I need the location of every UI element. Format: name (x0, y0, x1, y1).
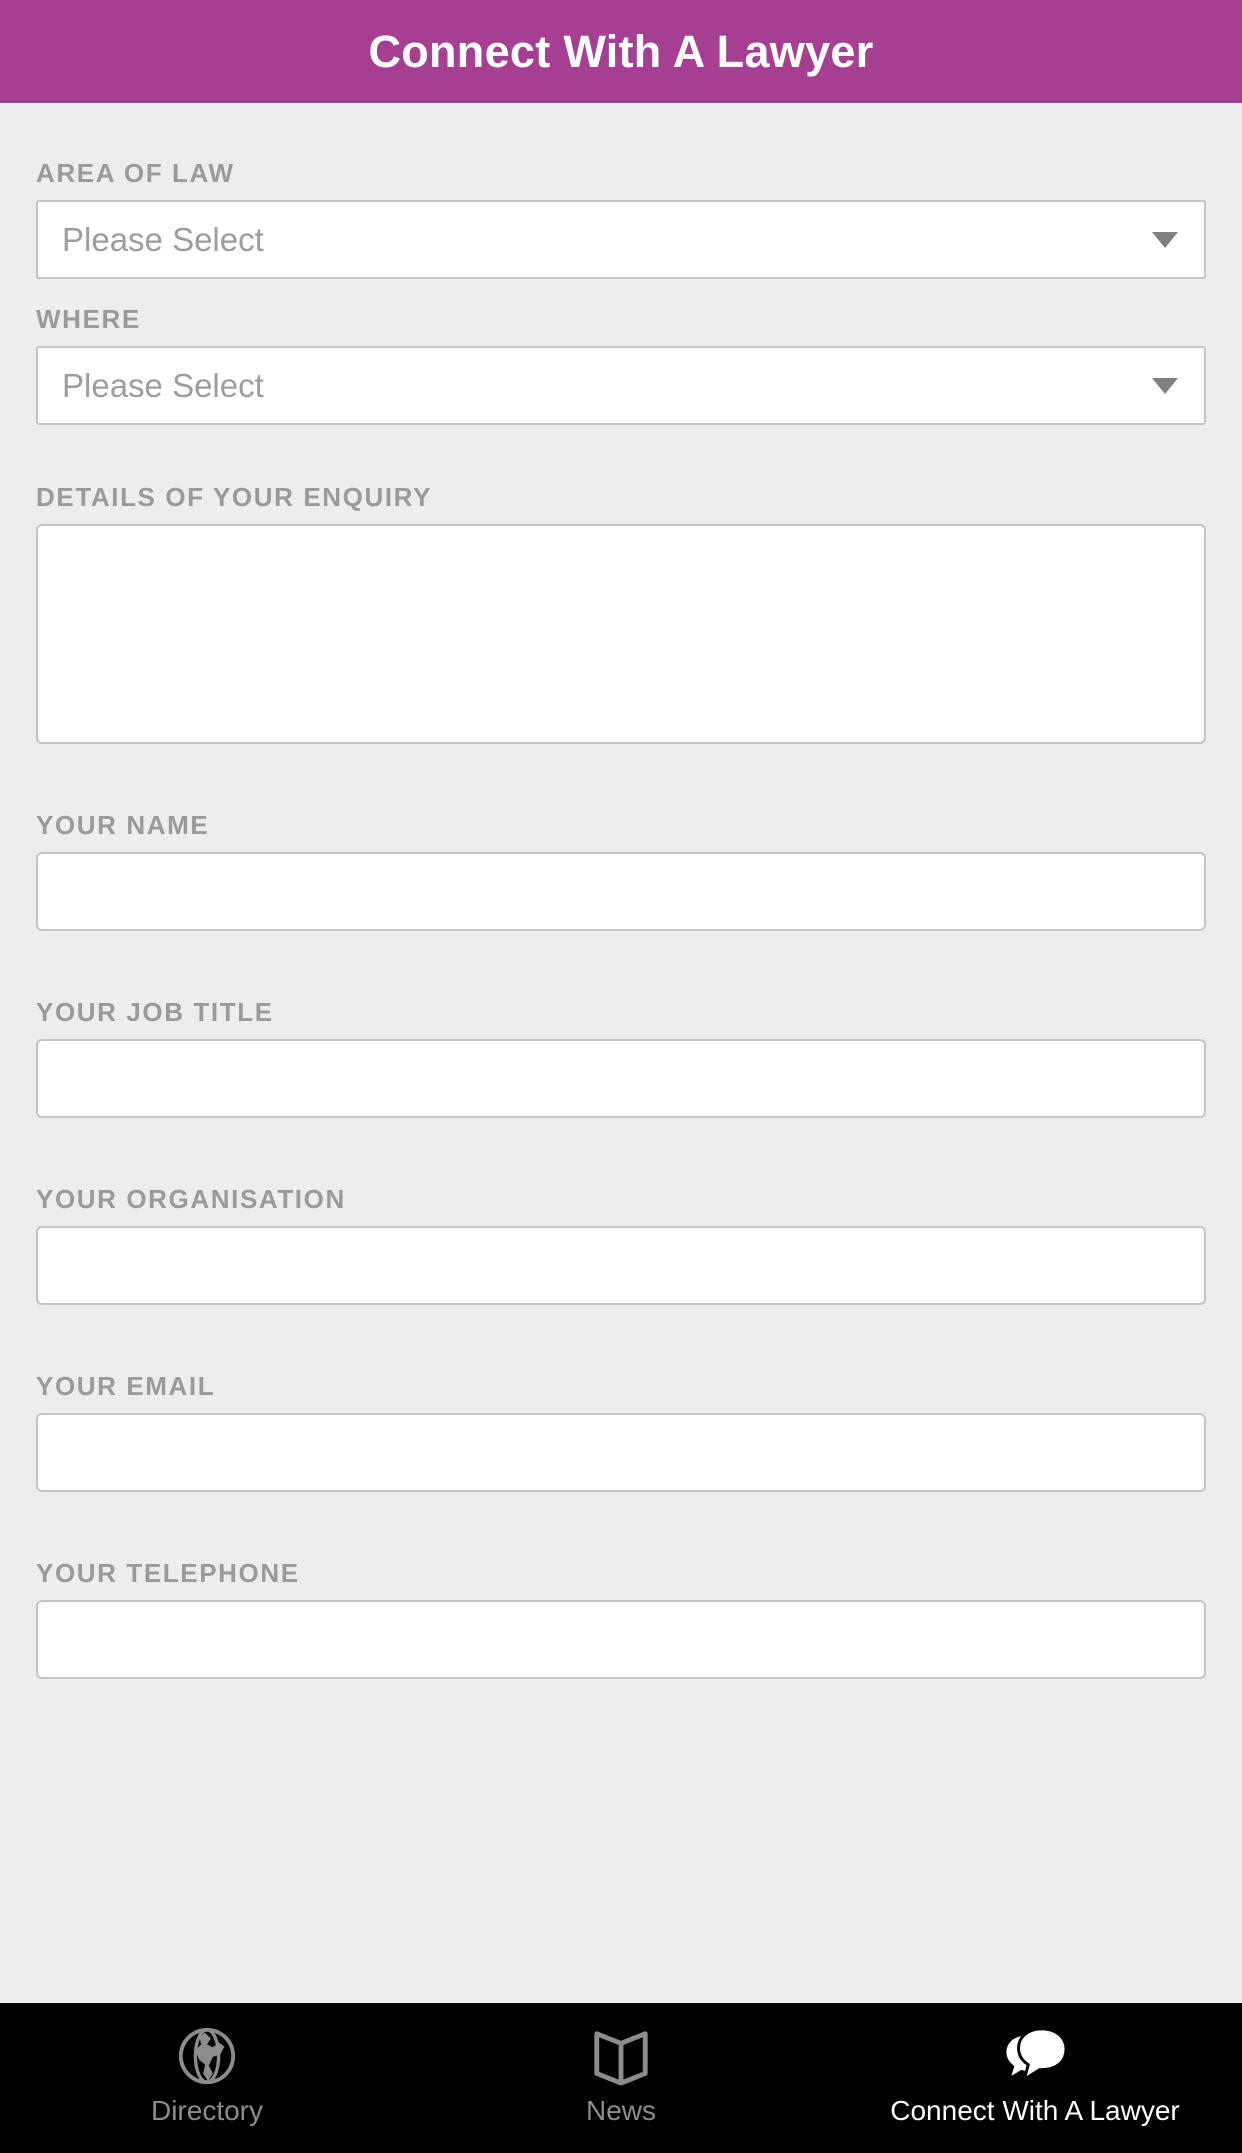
input-your-job-title[interactable] (36, 1039, 1206, 1118)
select-area-of-law-value: Please Select (62, 221, 264, 258)
field-your-telephone: YOUR TELEPHONE (36, 1560, 1206, 1679)
select-area-of-law[interactable]: Please Select (36, 200, 1206, 279)
open-book-icon (590, 2019, 652, 2093)
field-area-of-law: AREA OF LAW Please Select (36, 160, 1206, 279)
nav-item-directory[interactable]: Directory (0, 2003, 414, 2153)
select-where[interactable]: Please Select (36, 346, 1206, 425)
nav-label-directory: Directory (150, 2095, 263, 2126)
field-details-of-your-enquiry: DETAILS OF YOUR ENQUIRY (36, 484, 1206, 744)
label-your-job-title: YOUR JOB TITLE (36, 997, 274, 1027)
label-your-organisation: YOUR ORGANISATION (36, 1184, 346, 1214)
field-your-email: YOUR EMAIL (36, 1373, 1206, 1492)
chevron-down-icon (1152, 377, 1178, 394)
field-where: WHERE Please Select (36, 306, 1206, 425)
textarea-details-of-your-enquiry[interactable] (36, 524, 1206, 744)
nav-item-news[interactable]: News (414, 2003, 828, 2153)
select-where-value: Please Select (62, 367, 264, 404)
label-area-of-law: AREA OF LAW (36, 158, 235, 188)
app-header: Connect With A Lawyer (0, 0, 1242, 103)
page-title: Connect With A Lawyer (368, 26, 874, 77)
label-your-email: YOUR EMAIL (36, 1371, 216, 1401)
field-your-job-title: YOUR JOB TITLE (36, 999, 1206, 1118)
bottom-navigation-bar: Directory News Connect With A Lawyer (0, 2003, 1242, 2153)
speech-bubbles-icon (1002, 2019, 1068, 2093)
nav-label-news: News (585, 2095, 656, 2126)
label-where: WHERE (36, 304, 141, 334)
input-your-telephone[interactable] (36, 1600, 1206, 1679)
nav-item-connect-with-a-lawyer[interactable]: Connect With A Lawyer (828, 2003, 1242, 2153)
enquiry-form[interactable]: AREA OF LAW Please Select WHERE Please S… (0, 103, 1242, 2003)
input-your-organisation[interactable] (36, 1226, 1206, 1305)
nav-label-connect-with-a-lawyer: Connect With A Lawyer (890, 2095, 1180, 2126)
field-your-organisation: YOUR ORGANISATION (36, 1186, 1206, 1305)
field-your-name: YOUR NAME (36, 812, 1206, 931)
label-your-telephone: YOUR TELEPHONE (36, 1558, 300, 1588)
chevron-down-icon (1152, 231, 1178, 248)
label-details-of-your-enquiry: DETAILS OF YOUR ENQUIRY (36, 482, 433, 512)
label-your-name: YOUR NAME (36, 810, 210, 840)
input-your-name[interactable] (36, 852, 1206, 931)
globe-icon (176, 2019, 238, 2093)
input-your-email[interactable] (36, 1413, 1206, 1492)
